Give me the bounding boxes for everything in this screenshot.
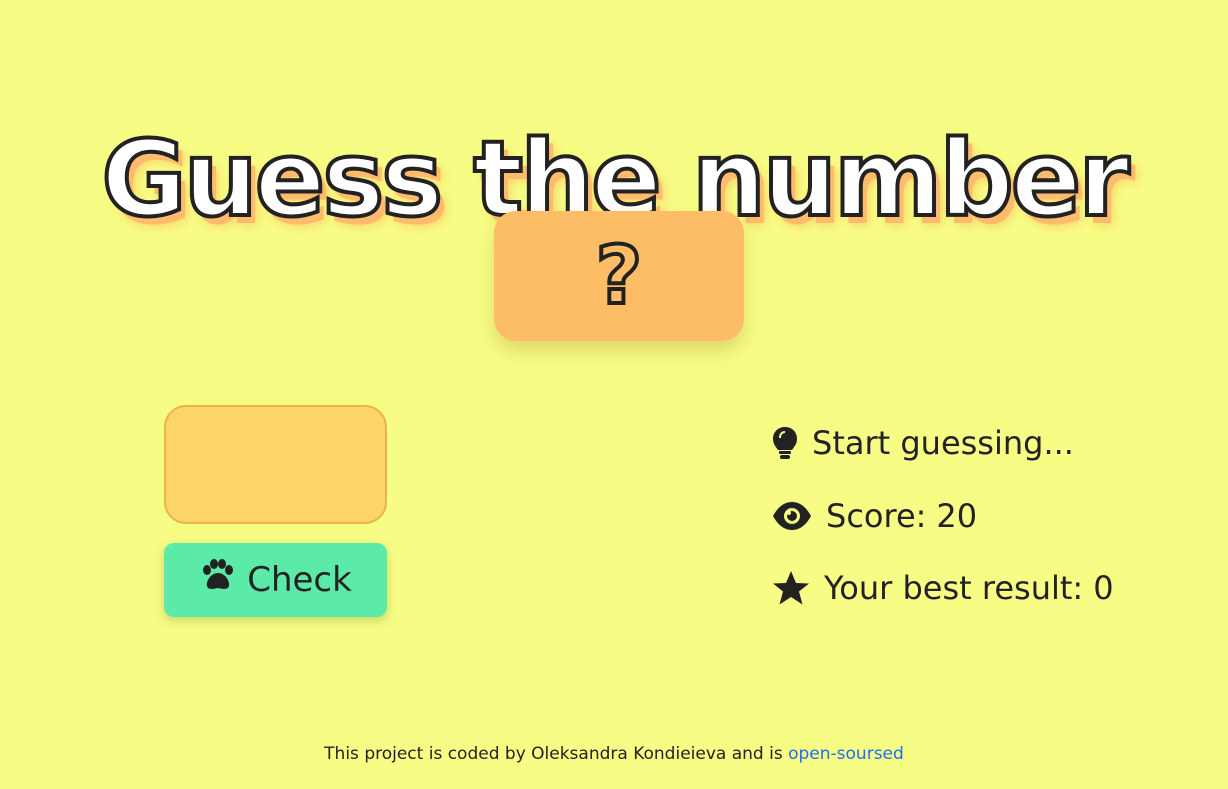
best-result-label: Your best result: bbox=[824, 569, 1084, 607]
guess-input[interactable] bbox=[164, 405, 387, 524]
score-value: 20 bbox=[936, 497, 978, 535]
check-button[interactable]: Check bbox=[164, 543, 387, 617]
check-button-label: Check bbox=[247, 560, 352, 600]
footer-text: This project is coded by Oleksandra Kond… bbox=[324, 744, 789, 764]
secret-number-box: ? bbox=[494, 211, 744, 341]
eye-icon bbox=[772, 501, 812, 531]
best-result-value: 0 bbox=[1093, 569, 1114, 607]
lightbulb-icon bbox=[772, 426, 798, 460]
footer: This project is coded by Oleksandra Kond… bbox=[0, 744, 1228, 764]
score-label: Score: bbox=[826, 497, 927, 535]
star-icon bbox=[772, 570, 810, 606]
hint-message: Start guessing... bbox=[812, 424, 1074, 462]
paw-icon bbox=[199, 558, 237, 602]
hint-message-row: Start guessing... bbox=[772, 424, 1074, 462]
secret-number: ? bbox=[594, 229, 644, 322]
score-row: Score: 20 bbox=[772, 497, 977, 535]
best-result-row: Your best result: 0 bbox=[772, 569, 1114, 607]
open-source-link[interactable]: open-soursed bbox=[788, 744, 904, 764]
